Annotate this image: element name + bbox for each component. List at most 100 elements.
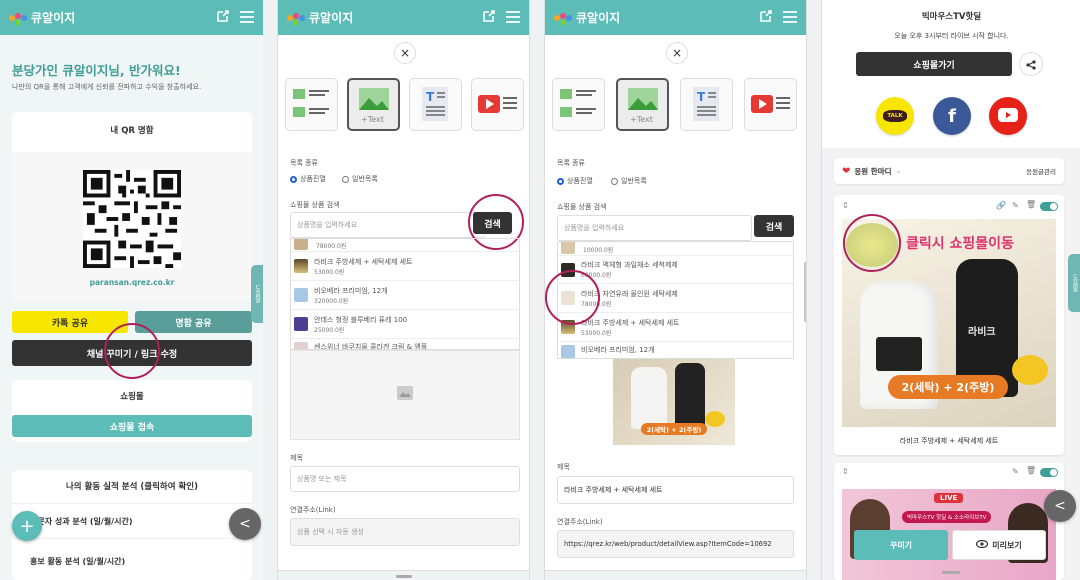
trash-icon[interactable]: 🗑: [1026, 200, 1036, 209]
list-item[interactable]: 안데스 청정 블루베리 퓨레 100 25000.0원: [291, 310, 519, 339]
chevron-left-icon: <: [239, 516, 251, 532]
app-logo[interactable]: 큐알이지: [553, 9, 620, 26]
list-item[interactable]: 비오베라 프리미엄, 12개: [558, 342, 793, 358]
menu-icon[interactable]: [506, 8, 520, 27]
link-icon[interactable]: 🔗: [996, 201, 1006, 210]
sort-icon[interactable]: ⇕: [842, 201, 849, 210]
radio-checked[interactable]: [290, 175, 297, 183]
app-logo[interactable]: 큐알이지: [286, 9, 353, 26]
template-text[interactable]: T: [409, 78, 462, 131]
share-icon: [1026, 55, 1036, 74]
radio-product-option[interactable]: 상품진열: [290, 174, 326, 184]
list-item[interactable]: 라비크 주방세제 + 세탁세제 세트 53000.0원: [291, 252, 519, 281]
block-card: ⇕ ✎ 🗑 LIVE 빅마우스TV 핫딜 & 소소라이브TV: [834, 463, 1064, 580]
template-image-list[interactable]: [552, 78, 605, 131]
close-button[interactable]: ×: [394, 42, 416, 64]
support-bar[interactable]: ❤ 응원 한마디 ⌄ 응원글관리: [834, 158, 1064, 184]
close-button[interactable]: ×: [666, 42, 688, 64]
product-thumb: [294, 317, 308, 331]
product-lemon: [705, 411, 725, 427]
drag-handle[interactable]: [942, 571, 960, 574]
stats-card: 나의 활동 실적 분석 (클릭하여 확인) 방문자 성과 분석 (일/월/시간)…: [12, 470, 252, 580]
drag-handle[interactable]: [396, 575, 412, 578]
share-out-icon[interactable]: [482, 8, 496, 27]
stats-title[interactable]: 나의 활동 실적 분석 (클릭하여 확인): [12, 480, 252, 492]
template-image-list[interactable]: [285, 78, 338, 131]
qr-code[interactable]: [83, 170, 181, 268]
search-input[interactable]: 상품명을 입력하세요: [290, 212, 485, 238]
decorate-button[interactable]: 꾸미기: [854, 530, 948, 560]
radio-unchecked[interactable]: [342, 175, 349, 183]
chevron-left-icon: <: [1054, 498, 1066, 514]
template-image-text[interactable]: +Text: [347, 78, 400, 131]
template-video[interactable]: [744, 78, 797, 131]
share-out-icon[interactable]: [216, 8, 230, 27]
kakao-share-button[interactable]: 카톡 공유: [12, 311, 128, 333]
help-side-tab[interactable]: 도움말: [1068, 254, 1080, 312]
toggle-knob: [1050, 203, 1057, 210]
back-fab[interactable]: <: [229, 508, 261, 540]
list-item[interactable]: 라비크 주방세제 + 세탁세제 세트 53000.0원: [558, 313, 793, 342]
app-name: 큐알이지: [576, 11, 621, 25]
link-input[interactable]: 상품 선택 시 자동 생성: [290, 518, 520, 546]
radio-product-label: 상품진열: [567, 177, 593, 185]
radio-normal-option[interactable]: 일반목록: [611, 176, 647, 186]
search-input[interactable]: 상품명을 입력하세요: [557, 215, 752, 241]
list-item[interactable]: 센스위너 바쿠치올 콜라겐 크림 & 앰플: [291, 339, 519, 349]
card-share-button[interactable]: 명함 공유: [135, 311, 252, 333]
radio-unchecked[interactable]: [611, 177, 618, 185]
list-item[interactable]: 10000.0원: [558, 242, 793, 256]
facebook-button[interactable]: f: [933, 97, 971, 135]
product-image[interactable]: 2(세탁) + 2(주방): [613, 359, 735, 445]
mall-connect-button[interactable]: 쇼핑몰 접속: [12, 415, 252, 437]
kakaotalk-button[interactable]: TALK: [876, 97, 914, 135]
welcome-subtitle: 나만의 QR을 통해 고객에게 신뢰를 전파하고 수익을 창출하세요.: [12, 83, 202, 91]
menu-icon[interactable]: [240, 8, 254, 27]
app-logo[interactable]: 큐알이지: [8, 9, 75, 26]
qr-url[interactable]: paransan.qrez.co.kr: [12, 278, 252, 287]
toggle-switch[interactable]: [1040, 468, 1058, 477]
youtube-button[interactable]: [989, 97, 1027, 135]
share-out-icon[interactable]: [759, 8, 773, 27]
sort-icon[interactable]: ⇕: [842, 467, 849, 476]
panel-divider: [263, 0, 277, 580]
toggle-switch[interactable]: [1040, 202, 1058, 211]
svg-text:+Text: +Text: [361, 115, 384, 124]
title-label: 제목: [557, 463, 570, 471]
list-item[interactable]: 78000.0원: [291, 239, 519, 252]
title-input[interactable]: 라비크 주방세제 + 세탁세제 세트: [557, 476, 794, 504]
template-text[interactable]: T: [680, 78, 733, 131]
stat-promo[interactable]: 홍보 활동 분석 (일/월/시간): [30, 556, 125, 567]
help-side-tab[interactable]: 도움말: [251, 265, 263, 323]
back-fab[interactable]: <: [1044, 490, 1076, 522]
support-manage-link[interactable]: 응원글관리: [1026, 166, 1056, 176]
product-banner: 2(세탁) + 2(주방): [641, 423, 707, 435]
stat-visitor[interactable]: 방문자 성과 분석 (일/월/시간): [30, 516, 132, 527]
preview-button[interactable]: 미리보기: [952, 530, 1046, 560]
product-price: 10000.0원: [583, 247, 614, 254]
link-input[interactable]: https://qrez.kr/web/product/detailView.a…: [557, 530, 794, 558]
title-input[interactable]: 상품명 또는 제목: [290, 466, 520, 492]
add-fab[interactable]: +: [12, 511, 42, 541]
list-item[interactable]: 비오베라 프리미엄, 12개 320000.0원: [291, 281, 519, 310]
search-button[interactable]: 검색: [754, 215, 794, 237]
support-label: 응원 한마디: [854, 166, 892, 176]
highlight-circle: [545, 270, 600, 325]
product-price: 320000.0원: [314, 297, 349, 305]
edit-icon[interactable]: ✎: [1012, 467, 1019, 476]
product-name: 라비크 주방세제 + 세탁세제 세트: [314, 257, 413, 266]
share-button[interactable]: [1019, 52, 1043, 76]
stats-divider: [12, 538, 252, 539]
radio-product-option[interactable]: 상품진열: [557, 176, 593, 186]
edit-icon[interactable]: ✎: [1012, 201, 1019, 210]
radio-checked[interactable]: [557, 177, 564, 185]
trash-icon[interactable]: 🗑: [1026, 466, 1036, 475]
template-video[interactable]: [471, 78, 524, 131]
template-image-text[interactable]: +Text: [616, 78, 669, 131]
qr-card: 내 QR 명함 paransan.qrez.co.kr: [12, 112, 252, 302]
radio-normal-option[interactable]: 일반목록: [342, 174, 378, 184]
product-thumb: [294, 239, 308, 250]
image-placeholder[interactable]: [290, 350, 520, 440]
menu-icon[interactable]: [783, 8, 797, 27]
shop-button[interactable]: 쇼핑몰가기: [856, 52, 1012, 76]
